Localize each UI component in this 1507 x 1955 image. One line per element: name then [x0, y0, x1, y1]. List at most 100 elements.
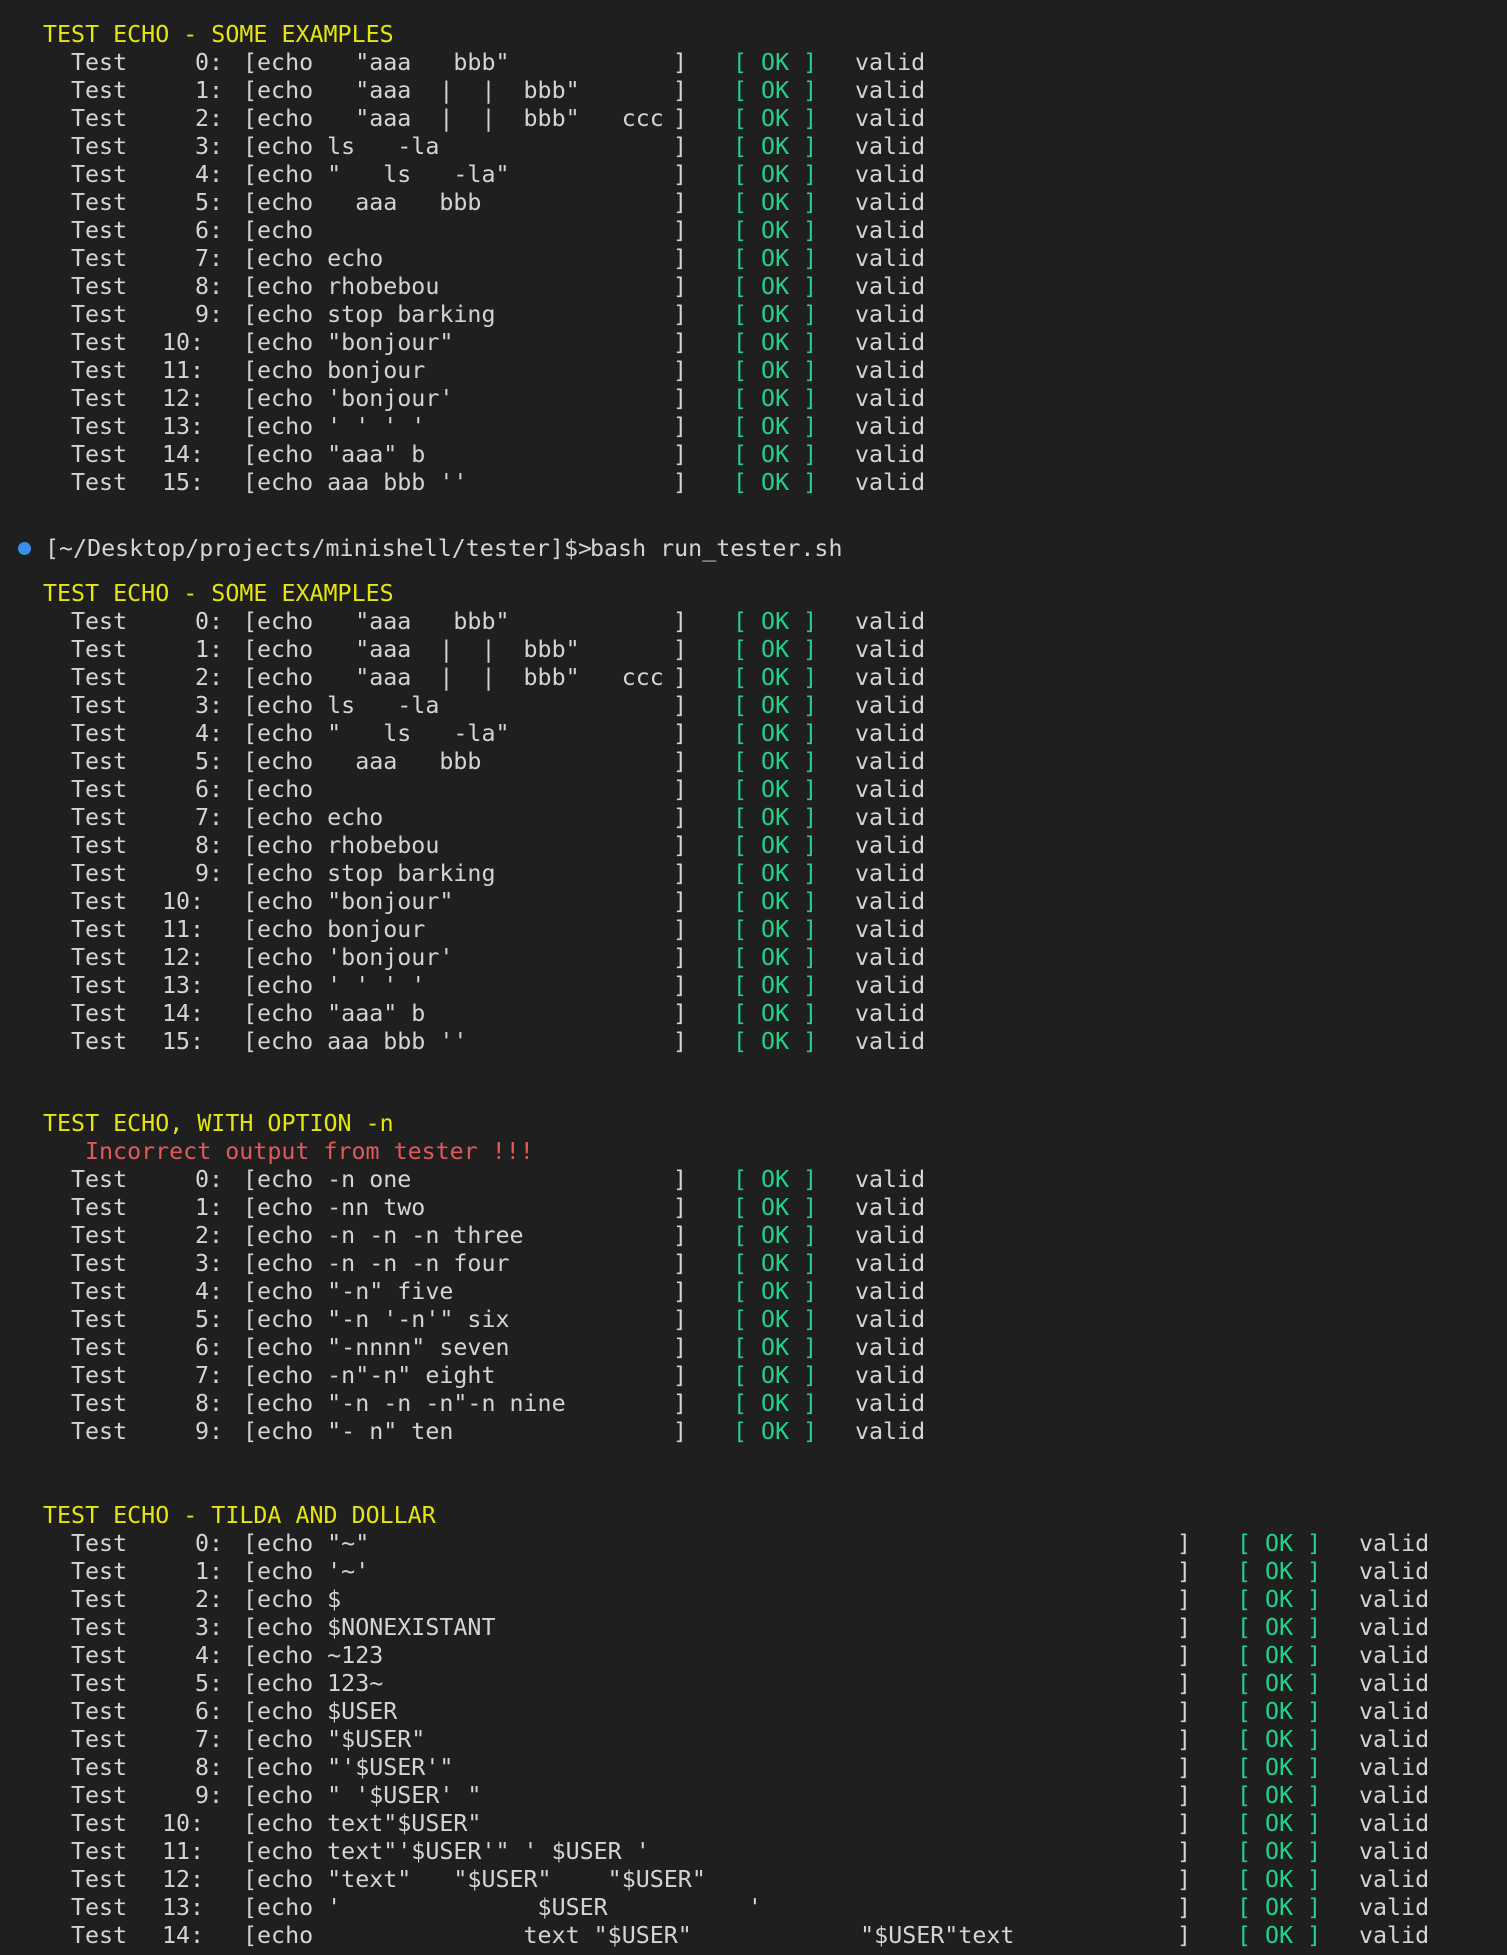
test-label: Test	[71, 1838, 128, 1865]
test-label: Test	[71, 1028, 128, 1055]
section-header: TEST ECHO - TILDA AND DOLLAR	[43, 1502, 436, 1529]
status-ok: [ OK ]	[733, 1166, 818, 1193]
command-close-bracket: ]	[673, 860, 688, 887]
command-close-bracket: ]	[673, 1166, 688, 1193]
result-text: valid	[855, 469, 926, 496]
test-label: Test	[71, 385, 128, 412]
command-close-bracket: ]	[1177, 1838, 1192, 1865]
status-ok: [ OK ]	[733, 357, 818, 384]
result-text: valid	[855, 245, 926, 272]
test-label: Test	[71, 1726, 128, 1753]
command-close-bracket: ]	[673, 608, 688, 635]
result-text: valid	[855, 1194, 926, 1221]
test-label: Test	[71, 916, 128, 943]
test-label: Test	[71, 860, 128, 887]
result-text: valid	[855, 860, 926, 887]
result-text: valid	[855, 161, 926, 188]
test-number: 13:	[162, 413, 205, 440]
warning-text: Incorrect output from tester !!!	[85, 1138, 534, 1165]
test-label: Test	[71, 1670, 128, 1697]
status-ok: [ OK ]	[733, 944, 818, 971]
test-command: [echo "'$USER'"	[243, 1754, 454, 1781]
result-text: valid	[1359, 1642, 1430, 1669]
test-command: [echo 'bonjour'	[243, 944, 454, 971]
result-text: valid	[855, 1278, 926, 1305]
result-text: valid	[1359, 1838, 1430, 1865]
status-ok: [ OK ]	[733, 77, 818, 104]
command-close-bracket: ]	[673, 161, 688, 188]
status-ok: [ OK ]	[733, 692, 818, 719]
result-text: valid	[855, 1028, 926, 1055]
test-command: [echo ~123	[243, 1642, 384, 1669]
command-close-bracket: ]	[673, 1028, 688, 1055]
test-number: 2:	[195, 664, 224, 691]
test-command: [echo "text" "$USER" "$USER"	[243, 1866, 706, 1893]
command-close-bracket: ]	[673, 245, 688, 272]
test-label: Test	[71, 301, 128, 328]
test-command: [echo aaa bbb ''	[243, 1028, 468, 1055]
test-number: 8:	[195, 832, 224, 859]
result-text: valid	[855, 385, 926, 412]
command-close-bracket: ]	[1177, 1614, 1192, 1641]
test-command: [echo ls -la	[243, 133, 440, 160]
command-close-bracket: ]	[1177, 1642, 1192, 1669]
test-number: 1:	[195, 1558, 224, 1585]
test-number: 7:	[195, 1726, 224, 1753]
status-ok: [ OK ]	[1237, 1698, 1322, 1725]
result-text: valid	[1359, 1894, 1430, 1921]
result-text: valid	[855, 1334, 926, 1361]
command-close-bracket: ]	[673, 832, 688, 859]
test-label: Test	[71, 888, 128, 915]
result-text: valid	[1359, 1754, 1430, 1781]
test-label: Test	[71, 273, 128, 300]
status-ok: [ OK ]	[1237, 1810, 1322, 1837]
test-label: Test	[71, 1558, 128, 1585]
test-number: 11:	[162, 357, 205, 384]
command-close-bracket: ]	[673, 469, 688, 496]
test-command: [echo " ls -la"	[243, 161, 510, 188]
test-number: 13:	[162, 972, 205, 999]
test-command: [echo " ls -la"	[243, 720, 510, 747]
test-label: Test	[71, 720, 128, 747]
test-label: Test	[71, 1810, 128, 1837]
test-command: [echo "~"	[243, 1530, 370, 1557]
test-number: 7:	[195, 1362, 224, 1389]
test-command: [echo text"$USER"	[243, 1810, 482, 1837]
test-label: Test	[71, 189, 128, 216]
command-close-bracket: ]	[1177, 1754, 1192, 1781]
result-text: valid	[855, 916, 926, 943]
command-close-bracket: ]	[1177, 1866, 1192, 1893]
test-number: 0:	[195, 49, 224, 76]
command-close-bracket: ]	[1177, 1922, 1192, 1949]
test-number: 5:	[195, 748, 224, 775]
test-command: [echo "-n '-n'" six	[243, 1306, 510, 1333]
test-label: Test	[71, 636, 128, 663]
status-ok: [ OK ]	[733, 385, 818, 412]
test-number: 5:	[195, 189, 224, 216]
status-ok: [ OK ]	[733, 301, 818, 328]
test-number: 10:	[162, 329, 205, 356]
status-ok: [ OK ]	[733, 1194, 818, 1221]
test-command: [echo -n -n -n three	[243, 1222, 524, 1249]
test-number: 10:	[162, 1810, 205, 1837]
test-label: Test	[71, 1922, 128, 1949]
command-close-bracket: ]	[1177, 1810, 1192, 1837]
status-ok: [ OK ]	[733, 469, 818, 496]
result-text: valid	[855, 804, 926, 831]
status-ok: [ OK ]	[1237, 1894, 1322, 1921]
status-ok: [ OK ]	[733, 1334, 818, 1361]
test-label: Test	[71, 1418, 128, 1445]
test-command: [echo "aaa bbb"	[243, 49, 510, 76]
test-label: Test	[71, 1894, 128, 1921]
status-ok: [ OK ]	[1237, 1642, 1322, 1669]
test-command: [echo "-n -n -n"-n nine	[243, 1390, 566, 1417]
result-text: valid	[855, 301, 926, 328]
test-command: [echo $USER	[243, 1698, 398, 1725]
test-command: [echo 'bonjour'	[243, 385, 454, 412]
status-ok: [ OK ]	[1237, 1782, 1322, 1809]
test-label: Test	[71, 1278, 128, 1305]
status-ok: [ OK ]	[1237, 1614, 1322, 1641]
test-command: [echo	[243, 217, 314, 244]
status-ok: [ OK ]	[733, 860, 818, 887]
test-label: Test	[71, 1586, 128, 1613]
